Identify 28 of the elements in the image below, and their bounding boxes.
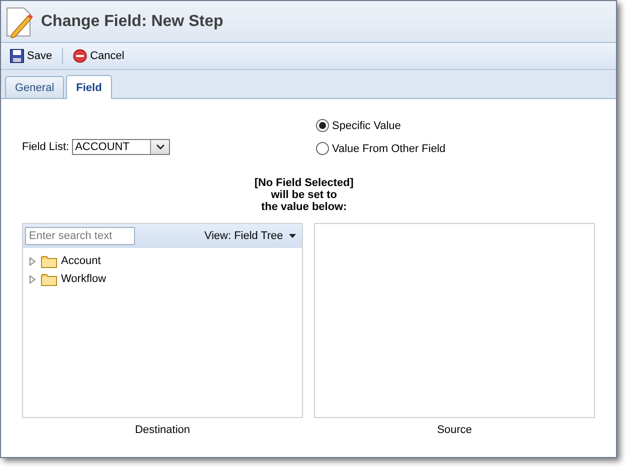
cancel-button[interactable]: Cancel (70, 47, 128, 65)
radio-label: Specific Value (332, 120, 401, 132)
tree-item[interactable]: Workflow (61, 273, 106, 285)
tab[interactable]: Field (66, 75, 112, 99)
tree-item[interactable]: Account (61, 255, 101, 267)
caption-text: will be set to (270, 189, 337, 201)
radio-label: Value From Other Field (332, 142, 446, 154)
field-list-dropdown[interactable]: ACCOUNT (72, 139, 170, 155)
field-list-label: Field List: (22, 141, 70, 153)
radio-button[interactable] (316, 119, 329, 132)
view-dropdown[interactable]: View: Field Tree (204, 230, 296, 242)
expand-arrow-icon[interactable] (28, 256, 37, 266)
chevron-down-icon (156, 144, 165, 150)
expand-arrow-icon[interactable] (28, 274, 37, 284)
destination-label: Destination (134, 424, 192, 436)
search-field[interactable]: Enter search text (25, 227, 135, 245)
caption-text: [No Field Selected] (254, 177, 354, 189)
save-button[interactable]: Save (7, 47, 56, 65)
radio-button[interactable] (316, 142, 329, 155)
caption-text: the value below: (261, 201, 347, 213)
caret-icon (289, 234, 296, 238)
document-pencil-icon (5, 6, 35, 38)
folder-icon (41, 254, 57, 268)
folder-icon (41, 272, 57, 286)
cancel-icon (73, 49, 88, 63)
window-title: Change Field: New Step (41, 12, 224, 30)
source-label: Source (436, 424, 473, 436)
tab[interactable]: General (5, 76, 64, 98)
